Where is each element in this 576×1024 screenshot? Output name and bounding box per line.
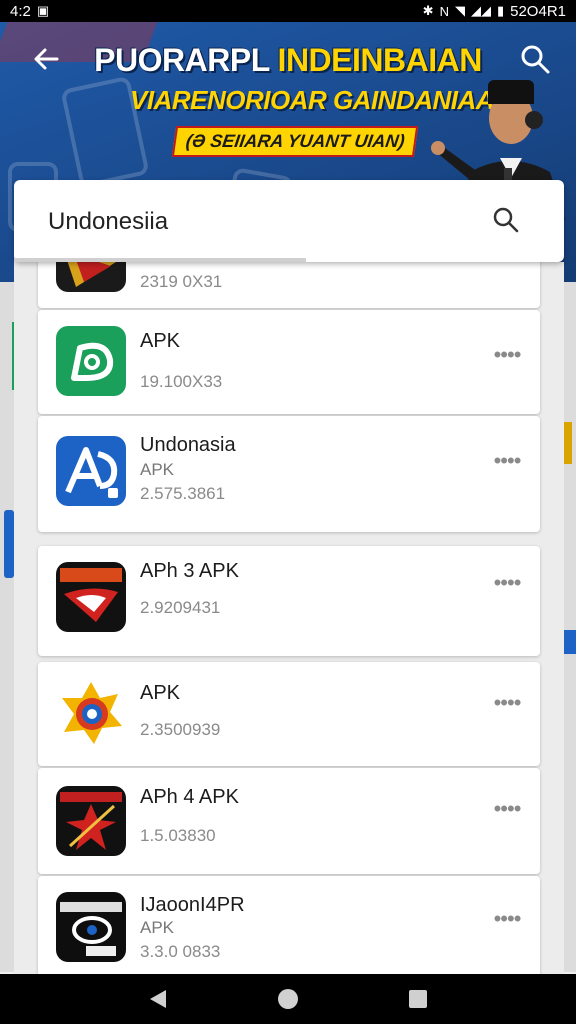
search-icon xyxy=(521,45,550,74)
app-name: IJaoonI4PR xyxy=(140,894,245,916)
background-fragment xyxy=(564,630,576,654)
app-name: APK xyxy=(140,330,181,352)
bluetooth-icon: ✱ xyxy=(422,3,434,18)
list-item[interactable]: Undonasia APK 2.575.3861 •••• xyxy=(38,416,540,532)
back-triangle-icon[interactable] xyxy=(146,987,170,1011)
more-options-icon[interactable]: •••• xyxy=(490,908,524,934)
list-item[interactable]: IJaoonI4PR APK 3.3.0 0833 •••• xyxy=(38,876,540,974)
navigation-bar xyxy=(0,974,576,1024)
background-fragment xyxy=(4,510,14,578)
signal-icon: ◢◢ xyxy=(470,3,491,18)
more-options-icon[interactable]: •••• xyxy=(490,344,524,370)
more-options-icon[interactable]: •••• xyxy=(490,692,524,718)
black-app-icon xyxy=(56,892,126,962)
battery-icon: ▮ xyxy=(496,3,505,18)
status-time: 4:2 xyxy=(10,2,31,20)
search-input[interactable]: Undonesiia xyxy=(48,208,168,236)
banner-title-white: PUORARPL xyxy=(94,42,270,78)
colorful-sun-icon xyxy=(56,678,126,748)
recents-square-icon[interactable] xyxy=(406,987,430,1011)
rioarak-red-icon xyxy=(56,562,126,632)
blue-ap-icon xyxy=(56,436,126,506)
home-circle-icon[interactable] xyxy=(276,987,300,1011)
red-star-icon xyxy=(56,786,126,856)
app-size: 2.9209431 xyxy=(140,598,221,617)
back-arrow-icon xyxy=(34,48,59,70)
search-bar[interactable]: Undonesiia xyxy=(14,180,564,262)
status-left: 4:2 ▣ xyxy=(10,3,49,20)
list-item[interactable]: 2319 0X31 xyxy=(38,262,540,308)
list-item[interactable]: APK 19.100X33 •••• xyxy=(38,310,540,414)
header-search-button[interactable] xyxy=(518,42,554,78)
app-name: Undonasia xyxy=(140,434,236,456)
app-name: APh 4 APK xyxy=(140,786,239,808)
more-options-icon[interactable]: •••• xyxy=(490,450,524,476)
nfc-icon: N xyxy=(439,3,449,19)
list-item[interactable]: APh 3 APK 2.9209431 •••• xyxy=(38,546,540,656)
status-right-text: 52O4R1 xyxy=(510,2,566,20)
app-size: 2.3500939 xyxy=(140,720,221,739)
back-button[interactable] xyxy=(28,44,64,80)
search-results-list[interactable]: 2319 0X31 APK 19.100X33 •••• Undonasia A… xyxy=(14,262,564,974)
app-size: 2.575.3861 xyxy=(140,484,226,503)
app-type: APK xyxy=(140,460,175,479)
search-icon[interactable] xyxy=(492,206,520,234)
banner-title-yellow: INDEINBAIAN xyxy=(277,42,483,78)
app-type: APK xyxy=(140,918,175,937)
banner-tagline: (Ə SEIIARA YUANT UIAN) xyxy=(171,126,419,157)
app-size: 2319 0X31 xyxy=(140,272,223,291)
status-right: ✱ N ◥ ◢◢ ▮ 52O4R1 xyxy=(423,3,566,20)
background-fragment xyxy=(564,422,572,464)
app-size: 19.100X33 xyxy=(140,372,223,391)
app-name: APh 3 APK xyxy=(140,560,239,582)
app-name: APK xyxy=(140,682,181,704)
green-d-icon xyxy=(56,326,126,396)
status-bar: 4:2 ▣ ✱ N ◥ ◢◢ ▮ 52O4R1 xyxy=(0,0,576,22)
red-gold-game-icon xyxy=(56,262,126,292)
list-item[interactable]: APh 4 APK 1.5.03830 •••• xyxy=(38,768,540,874)
wifi-icon: ◥ xyxy=(454,3,465,18)
search-progress-bar xyxy=(14,258,306,262)
background-panel xyxy=(562,282,576,972)
banner-title: PUORARPL INDEINBAIAN xyxy=(0,42,576,79)
app-size: 1.5.03830 xyxy=(140,826,216,845)
list-item[interactable]: APK 2.3500939 •••• xyxy=(38,662,540,766)
app-size: 3.3.0 0833 xyxy=(140,942,221,961)
more-options-icon[interactable]: •••• xyxy=(490,572,524,598)
notification-icon: ▣ xyxy=(36,3,50,18)
more-options-icon[interactable]: •••• xyxy=(490,798,524,824)
